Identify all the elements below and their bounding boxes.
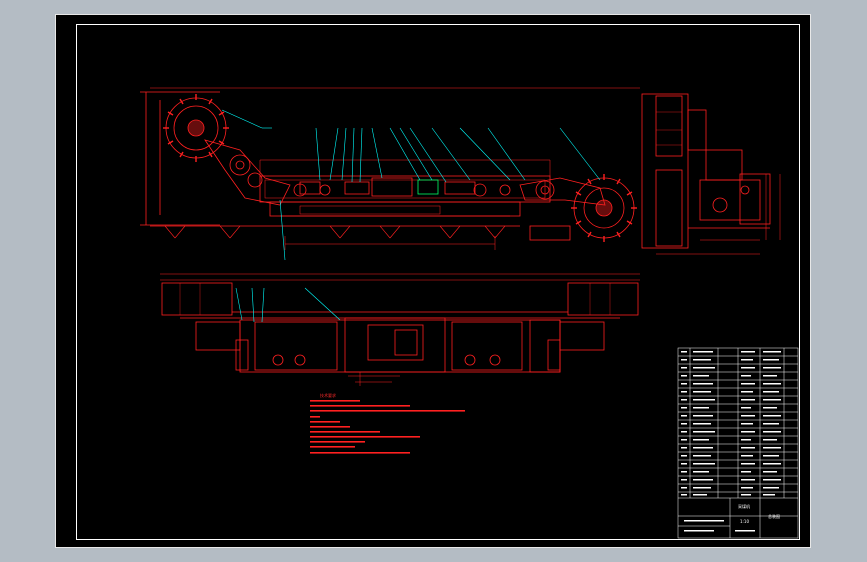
end-view xyxy=(641,93,781,255)
title-block-drawing-no: 总装图 xyxy=(768,514,780,519)
plan-leaders xyxy=(235,287,341,323)
title-block-scale: 1:10 xyxy=(740,519,749,524)
side-elevation xyxy=(140,87,640,250)
title-block-name: 采煤机 xyxy=(738,504,750,509)
leader-lines xyxy=(221,109,601,261)
parts-list-text xyxy=(681,351,781,532)
notes-title: 技术要求 xyxy=(320,393,336,398)
plan-view xyxy=(160,273,640,386)
cad-drawing xyxy=(140,87,799,539)
technical-notes: 技术要求 xyxy=(306,393,496,463)
